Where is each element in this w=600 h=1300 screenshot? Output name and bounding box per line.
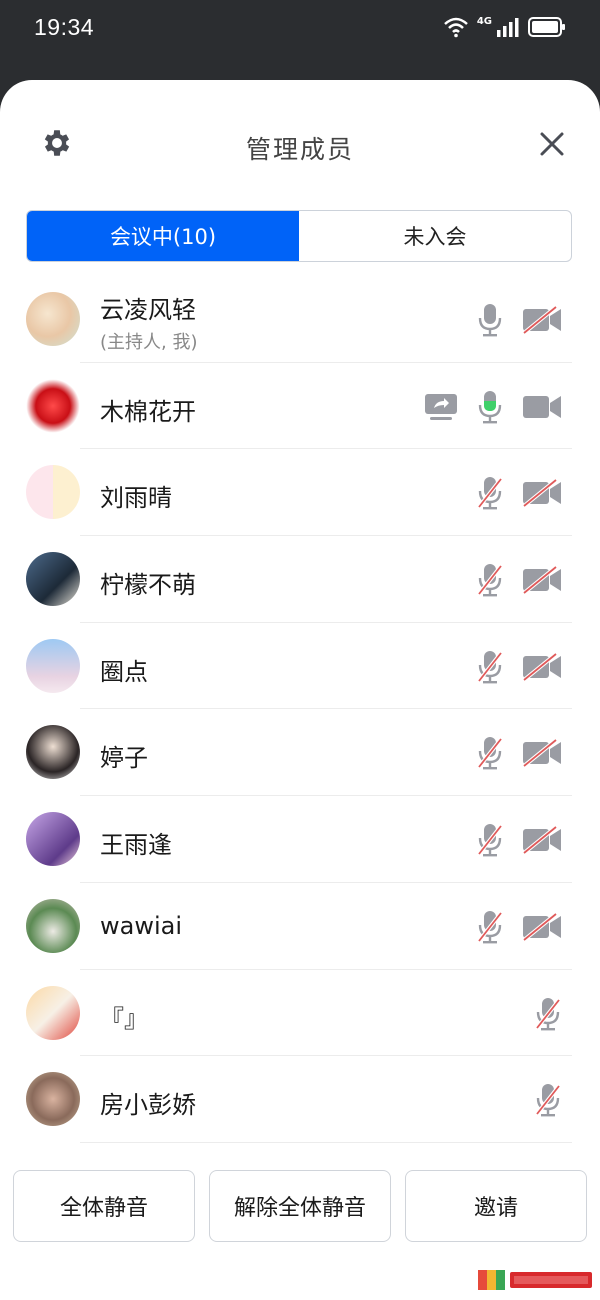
member-name: 房小彭娇 [100,1091,196,1120]
avatar [26,638,80,693]
member-controls [476,302,562,338]
page-title: 管理成员 [245,135,354,164]
member-controls [476,649,562,685]
avatar [26,465,80,520]
mic-icon[interactable] [476,302,504,338]
member-row[interactable]: 王雨逢 [0,796,600,883]
member-controls [424,389,562,425]
avatar [26,812,80,867]
tab-in-meeting[interactable]: 会议中(10) [27,211,299,261]
footer-actions: 全体静音 解除全体静音 邀请 [0,1170,600,1242]
video-off-icon[interactable] [522,479,562,508]
member-row[interactable]: 木棉花开 [0,363,600,450]
manage-members-sheet: 管理成员 会议中(10) 未入会 云凌风轻 (主持人, 我) 木棉花开 刘雨晴 柠… [0,80,600,1300]
status-bar: 19:34 4G [0,0,600,60]
avatar [26,725,80,780]
member-controls [534,1082,562,1118]
mic-muted-icon[interactable] [476,822,504,858]
watermark-logo [478,1270,592,1290]
video-off-icon[interactable] [522,306,562,334]
avatar [26,292,80,346]
member-name: 『』 [100,1004,148,1033]
video-icon[interactable] [522,393,562,421]
member-row[interactable]: 云凌风轻 (主持人, 我) [0,276,600,363]
invite-button[interactable]: 邀请 [405,1170,587,1242]
status-icons: 4G [443,16,566,38]
mic-muted-icon[interactable] [534,996,562,1032]
mic-muted-icon[interactable] [534,1082,562,1118]
mic-muted-icon[interactable] [476,735,504,771]
member-controls [476,475,562,511]
member-name: 柠檬不萌 [100,571,196,600]
member-name: 圈点 [100,657,148,686]
member-name: 王雨逢 [100,831,172,860]
tab-not-joined[interactable]: 未入会 [299,211,571,261]
member-name: 云凌风轻 [100,296,196,324]
video-off-icon[interactable] [522,912,562,941]
mic-icon[interactable] [476,389,504,425]
member-list: 云凌风轻 (主持人, 我) 木棉花开 刘雨晴 柠檬不萌 圈点 婷子 王雨逢 wa… [0,276,600,1143]
member-name: 刘雨晴 [100,484,172,513]
member-row[interactable]: 『』 [0,970,600,1057]
screen-share-icon [425,393,457,420]
mic-muted-icon[interactable] [476,475,504,511]
video-off-icon[interactable] [522,739,562,768]
video-off-icon[interactable] [522,652,562,681]
member-controls [476,909,562,945]
mic-muted-icon[interactable] [476,909,504,945]
status-time: 19:34 [34,14,95,40]
member-row[interactable]: wawiai [0,883,600,970]
battery-icon [528,17,565,37]
close-icon[interactable] [538,130,566,158]
member-row[interactable]: 圈点 [0,623,600,710]
member-row[interactable]: 柠檬不萌 [0,536,600,623]
avatar [26,1072,80,1127]
member-row[interactable]: 婷子 [0,709,600,796]
avatar [26,378,80,433]
signal-icon [497,18,519,37]
member-row[interactable]: 刘雨晴 [0,449,600,536]
member-controls [476,735,562,771]
member-controls [476,562,562,598]
mic-muted-icon[interactable] [476,649,504,685]
wifi-icon [443,17,468,38]
member-controls [534,996,562,1032]
member-name: wawiai [100,911,183,940]
member-tabs: 会议中(10) 未入会 [26,210,572,262]
member-name: 木棉花开 [100,397,196,426]
network-label: 4G [476,16,492,27]
avatar [26,898,80,953]
avatar [26,552,80,607]
member-row[interactable]: 房小彭娇 [0,1056,600,1143]
member-name: 婷子 [100,744,148,773]
avatar [26,985,80,1040]
video-off-icon[interactable] [522,566,562,595]
unmute-all-button[interactable]: 解除全体静音 [209,1170,391,1242]
member-role: (主持人, 我) [100,332,198,353]
mute-all-button[interactable]: 全体静音 [13,1170,195,1242]
sheet-header: 管理成员 [0,80,600,210]
video-off-icon[interactable] [522,826,562,855]
mic-muted-icon[interactable] [476,562,504,598]
member-controls [476,822,562,858]
